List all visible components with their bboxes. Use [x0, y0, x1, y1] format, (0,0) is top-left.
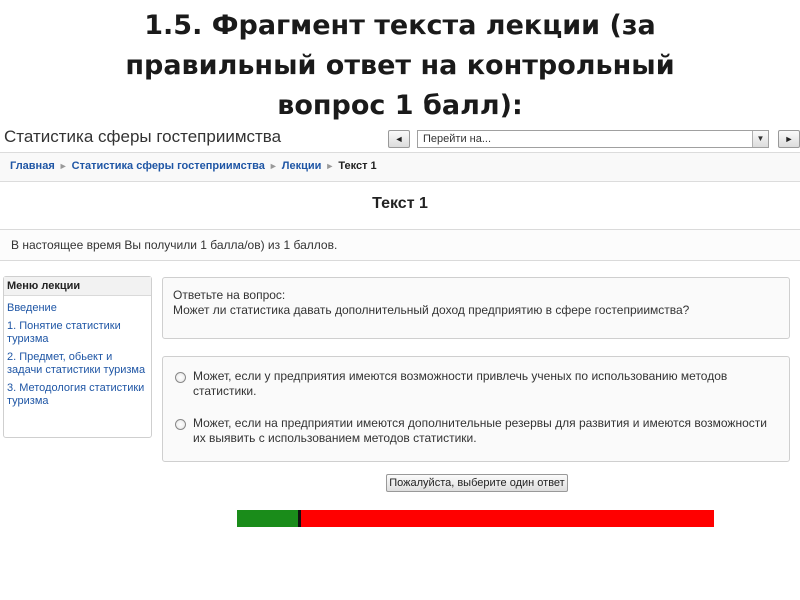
question-box: Ответьте на вопрос: Может ли статистика … [162, 277, 790, 339]
next-page-button[interactable]: ► [778, 130, 800, 148]
breadcrumb-bar: Главная ► Статистика сферы гостеприимства ►… [0, 152, 800, 182]
breadcrumb-current: Текст 1 [338, 160, 377, 172]
question-prompt: Ответьте на вопрос: [173, 288, 286, 302]
breadcrumb: Главная ► Статистика сферы гостеприимства ►… [10, 160, 377, 172]
lesson-progress-bar [237, 510, 714, 527]
page-header: Статистика сферы гостеприимства ◄ Перейт… [0, 122, 800, 152]
breadcrumb-course[interactable]: Статистика сферы гостеприимства [72, 160, 265, 172]
answer-2-label[interactable]: Может, если на предприятии имеются допол… [193, 416, 775, 446]
lesson-progress-fill [237, 510, 302, 527]
lesson-menu: Меню лекции Введение 1. Понятие статисти… [3, 276, 152, 438]
breadcrumb-home[interactable]: Главная [10, 160, 55, 172]
arrow-left-icon: ◄ [394, 134, 404, 144]
breadcrumb-separator-icon: ► [325, 161, 335, 171]
lesson-menu-item-2[interactable]: 2. Предмет, обьект и задачи статистики т… [7, 351, 148, 377]
answer-option-2[interactable]: Может, если на предприятии имеются допол… [175, 416, 775, 446]
arrow-right-icon: ► [784, 134, 794, 144]
score-text: В настоящее время Вы получили 1 балла/ов… [11, 238, 338, 252]
site-title[interactable]: Статистика сферы гостеприимства [4, 127, 281, 147]
jump-to-select[interactable]: Перейти на... ▼ [417, 130, 769, 148]
answer-1-radio[interactable] [175, 372, 186, 383]
breadcrumb-separator-icon: ► [268, 161, 278, 171]
prev-page-button[interactable]: ◄ [388, 130, 410, 148]
submit-answer-button[interactable]: Пожалуйста, выберите один ответ [386, 474, 568, 492]
answers-box: Может, если у предприятия имеются возмож… [162, 356, 790, 462]
breadcrumb-separator-icon: ► [58, 161, 68, 171]
answer-option-1[interactable]: Может, если у предприятия имеются возмож… [175, 369, 775, 399]
score-notice: В настоящее время Вы получили 1 балла/ов… [0, 229, 800, 261]
lesson-menu-item-3[interactable]: 3. Методология статистики туризма [7, 382, 148, 408]
chevron-down-icon[interactable]: ▼ [752, 131, 768, 147]
jump-to-placeholder: Перейти на... [423, 133, 492, 145]
slide-title-line-1: 1.5. Фрагмент текста лекции (за [144, 10, 656, 41]
question-text: Может ли статистика давать дополнительны… [173, 303, 690, 317]
slide-title-line-2: правильный ответ на контрольный [125, 50, 675, 81]
moodle-lesson-screenshot: Статистика сферы гостеприимства ◄ Перейт… [0, 122, 800, 560]
page-title: Текст 1 [372, 195, 428, 212]
answer-1-label[interactable]: Может, если у предприятия имеются возмож… [193, 369, 775, 399]
lesson-menu-list: Введение 1. Понятие статистики туризма 2… [4, 296, 151, 408]
breadcrumb-lectures[interactable]: Лекции [282, 160, 322, 172]
lesson-menu-item-intro[interactable]: Введение [7, 302, 148, 315]
slide-title: 1.5. Фрагмент текста лекции (за правильн… [0, 6, 800, 126]
answer-2-radio[interactable] [175, 419, 186, 430]
lesson-menu-title: Меню лекции [4, 277, 151, 296]
lesson-menu-item-1[interactable]: 1. Понятие статистики туризма [7, 320, 148, 346]
slide-title-line-3: вопрос 1 балл): [277, 90, 523, 121]
